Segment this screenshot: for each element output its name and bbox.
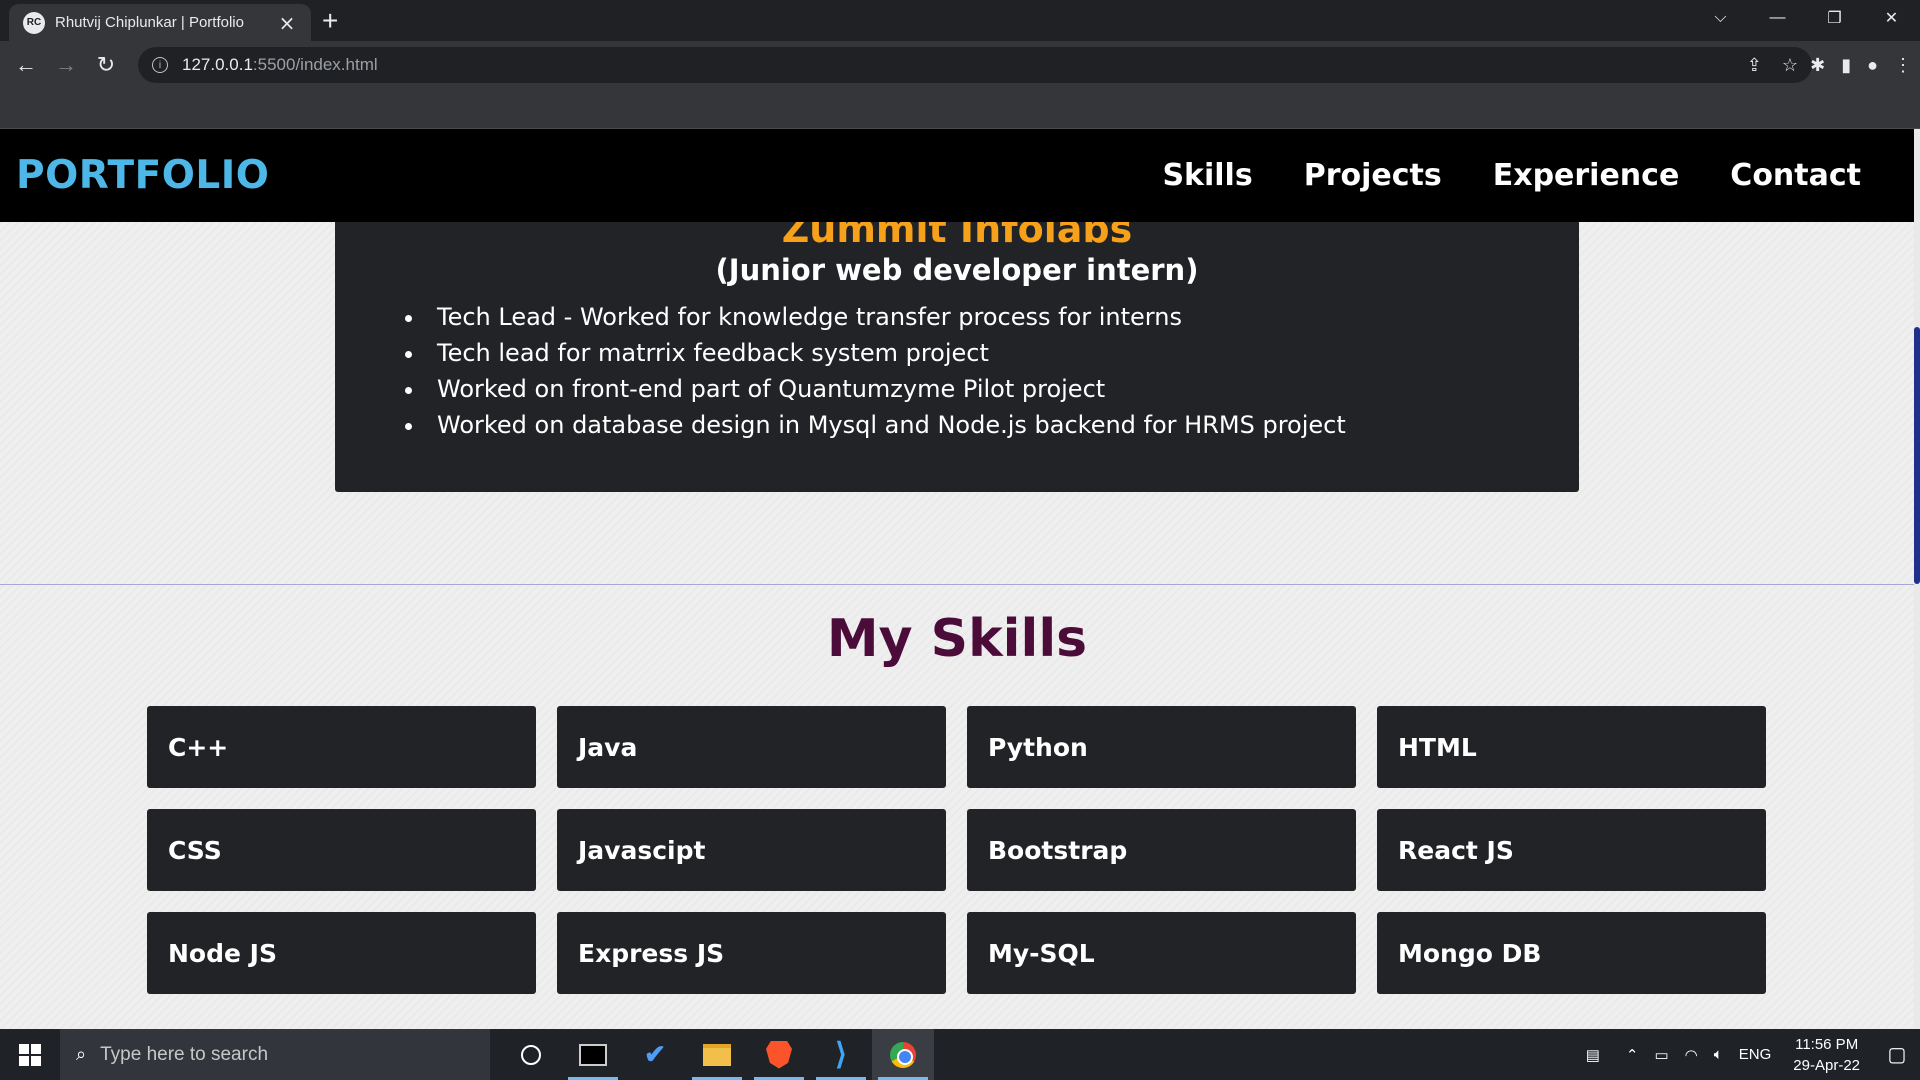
experience-role: (Junior web developer intern) (715, 253, 1199, 287)
windows-logo-icon (19, 1043, 41, 1066)
scrollbar-thumb[interactable] (1914, 327, 1920, 584)
section-divider (0, 584, 1914, 585)
skill-card: Bootstrap (967, 809, 1356, 891)
clock-time: 11:56 PM (1795, 1035, 1859, 1053)
vscode-icon[interactable]: ⟩ (810, 1029, 872, 1080)
skill-card: Express JS (557, 912, 946, 994)
clock[interactable]: 11:56 PM 29-Apr-22 (1779, 1034, 1874, 1076)
brave-browser-icon[interactable] (748, 1029, 810, 1080)
brand-logo[interactable]: PORTFOLIO (16, 153, 269, 198)
show-hidden-icons-icon[interactable]: ⌃ (1618, 1046, 1647, 1064)
toolbar-actions: ✱ ▮ ● ⋮ (1810, 47, 1912, 83)
skill-card: Mongo DB (1377, 912, 1766, 994)
nav-link-skills[interactable]: Skills (1162, 158, 1252, 193)
start-button[interactable] (0, 1029, 60, 1080)
url-path: :5500/index.html (252, 55, 378, 74)
restore-icon[interactable]: ❐ (1806, 0, 1863, 36)
skill-card: My-SQL (967, 912, 1356, 994)
browser-toolbar: ← → ↻ i 127.0.0.1:5500/index.html ⇪ ☆ ✱ … (0, 41, 1920, 89)
volume-icon[interactable]: 🔈︎ (1706, 1046, 1731, 1063)
back-icon[interactable]: ← (6, 45, 46, 85)
news-widget-icon[interactable]: ▤ (1578, 1046, 1608, 1064)
skill-card: CSS (147, 809, 536, 891)
skill-card: C++ (147, 706, 536, 788)
list-item: Worked on database design in Mysql and N… (405, 407, 1579, 443)
window-controls: ⌵ — ❐ ✕ (1692, 0, 1920, 41)
close-window-icon[interactable]: ✕ (1863, 0, 1920, 36)
share-icon[interactable]: ⇪ (1747, 55, 1762, 76)
skill-card: Javascipt (557, 809, 946, 891)
cortana-icon[interactable] (500, 1029, 562, 1080)
skill-card: Python (967, 706, 1356, 788)
list-item: Worked on front-end part of Quantumzyme … (405, 371, 1579, 407)
close-tab-icon[interactable]: × (277, 11, 297, 35)
nav-links: Skills Projects Experience Contact (1162, 158, 1861, 193)
site-info-icon[interactable]: i (152, 57, 168, 73)
experience-points: Tech Lead - Worked for knowledge transfe… (405, 299, 1579, 443)
extensions-icon[interactable]: ✱ (1810, 55, 1825, 76)
todo-icon[interactable]: ✔ (624, 1029, 686, 1080)
skills-grid: C++ Java Python HTML CSS Javascipt Boots… (147, 706, 1767, 994)
nav-link-contact[interactable]: Contact (1730, 158, 1861, 193)
language-indicator[interactable]: ENG (1731, 1046, 1780, 1063)
minimize-icon[interactable]: — (1749, 0, 1806, 36)
chrome-icon[interactable] (872, 1029, 934, 1080)
file-explorer-icon[interactable] (686, 1029, 748, 1080)
battery-icon[interactable]: ▭ (1646, 1046, 1676, 1064)
experience-card: Zummit Infolabs (Junior web developer in… (335, 189, 1579, 492)
taskbar-search[interactable]: ⌕ Type here to search (60, 1029, 490, 1080)
bookmark-bar (0, 89, 1920, 129)
notification-icon[interactable]: ▢ (1874, 1042, 1920, 1067)
tab-search-icon[interactable]: ⌵ (1692, 0, 1749, 36)
skill-card: Node JS (147, 912, 536, 994)
browser-tab-strip: RC Rhutvij Chiplunkar | Portfolio × + ⌵ … (0, 0, 1920, 41)
wifi-icon[interactable]: ◠ (1677, 1046, 1706, 1064)
skill-card: HTML (1377, 706, 1766, 788)
menu-icon[interactable]: ⋮ (1894, 55, 1912, 76)
site-navbar: PORTFOLIO Skills Projects Experience Con… (0, 129, 1914, 222)
address-bar[interactable]: i 127.0.0.1:5500/index.html ⇪ ☆ (138, 47, 1812, 83)
browser-tab[interactable]: RC Rhutvij Chiplunkar | Portfolio × (9, 4, 311, 41)
forward-icon[interactable]: → (46, 45, 86, 85)
skills-title: My Skills (826, 609, 1088, 669)
new-tab-button[interactable]: + (322, 7, 338, 35)
list-item: Tech Lead - Worked for knowledge transfe… (405, 299, 1579, 335)
reload-icon[interactable]: ↻ (86, 45, 126, 85)
skill-card: Java (557, 706, 946, 788)
nav-link-experience[interactable]: Experience (1493, 158, 1680, 193)
skill-card: React JS (1377, 809, 1766, 891)
system-tray: ▤ ⌃ ▭ ◠ 🔈︎ ENG 11:56 PM 29-Apr-22 ▢ (1578, 1029, 1920, 1080)
url-host: 127.0.0.1 (182, 55, 253, 74)
terminal-icon[interactable] (562, 1029, 624, 1080)
nav-link-projects[interactable]: Projects (1304, 158, 1442, 193)
favicon-icon: RC (23, 11, 45, 34)
side-panel-icon[interactable]: ▮ (1841, 55, 1851, 76)
search-icon: ⌕ (76, 1044, 87, 1064)
list-item: Tech lead for matrrix feedback system pr… (405, 335, 1579, 371)
page-viewport: PORTFOLIO Skills Projects Experience Con… (0, 129, 1920, 1029)
clock-date: 29-Apr-22 (1793, 1056, 1860, 1074)
search-placeholder: Type here to search (100, 1043, 269, 1065)
tab-title: Rhutvij Chiplunkar | Portfolio (55, 14, 244, 31)
bookmark-star-icon[interactable]: ☆ (1782, 55, 1798, 76)
taskbar: ⌕ Type here to search ✔ ⟩ ▤ ⌃ ▭ ◠ 🔈︎ ENG… (0, 1029, 1920, 1080)
profile-icon[interactable]: ● (1867, 55, 1878, 76)
taskbar-apps: ✔ ⟩ (500, 1029, 934, 1080)
